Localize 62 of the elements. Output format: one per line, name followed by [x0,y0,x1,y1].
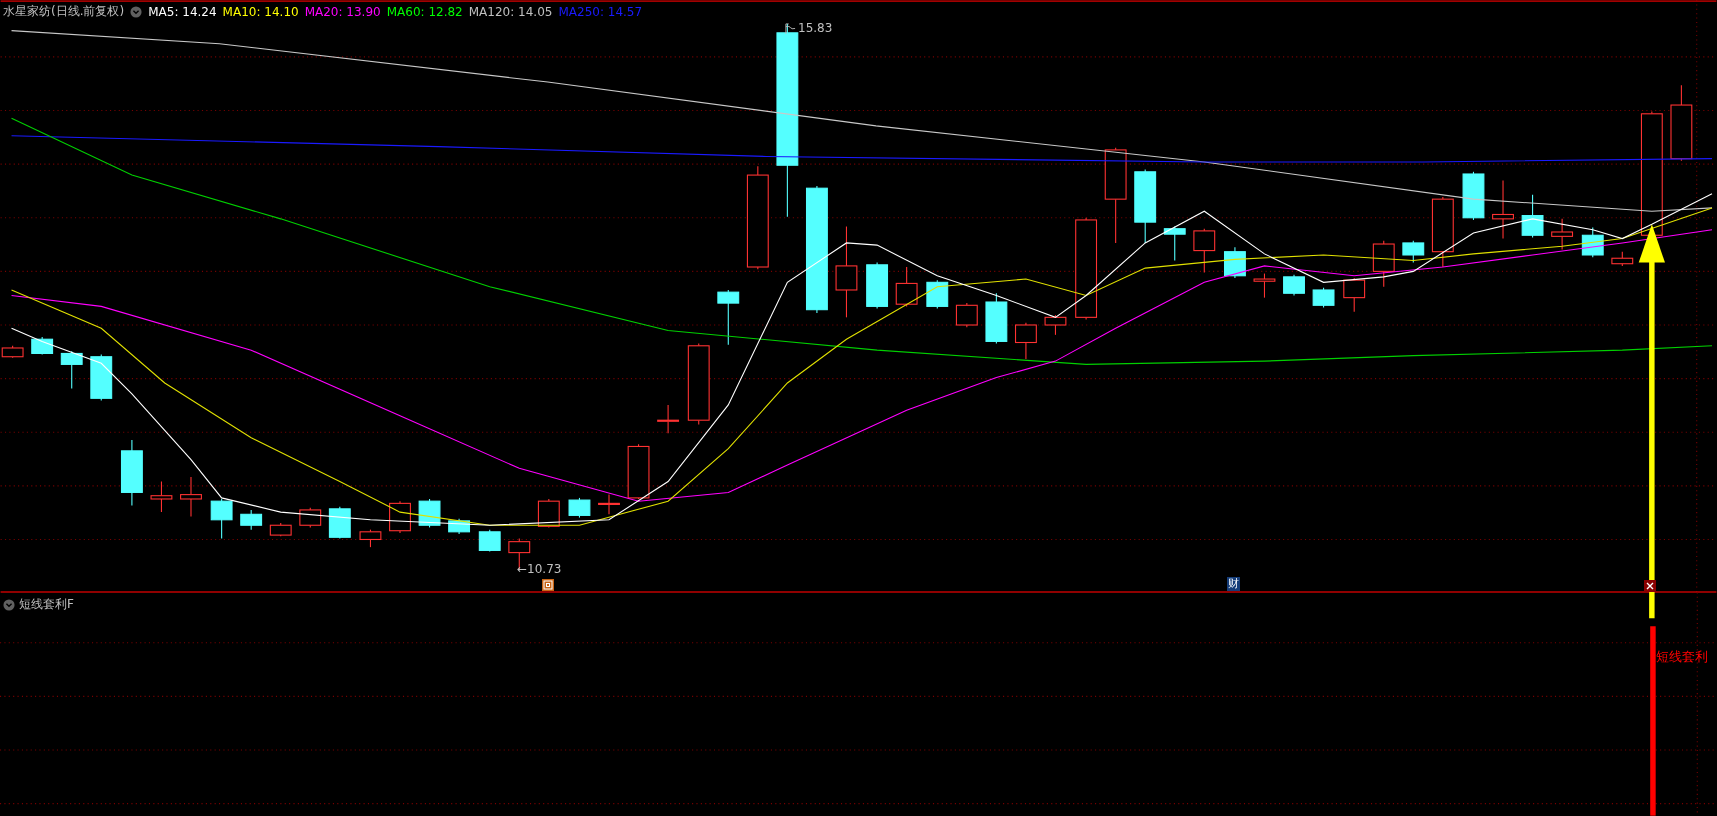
indicator-value: MA20: 13.90 [304,4,381,19]
candlestick [1581,227,1604,258]
candlestick [1551,218,1574,251]
candlestick [150,480,173,513]
candlestick [955,302,978,328]
candlestick [1253,273,1276,299]
candlestick [299,507,322,528]
candlestick [90,354,113,402]
candlestick [478,529,501,553]
candlestick [1044,314,1067,336]
candlestick [418,498,441,528]
candlestick [1611,251,1634,267]
candlestick [1372,240,1395,288]
chevron-icon[interactable] [130,5,143,18]
candlestick [120,439,143,507]
candlestick [926,279,949,310]
candlestick [1163,225,1186,261]
candlestick [1492,180,1514,240]
candlestick [1521,194,1544,238]
candlestick [866,262,889,310]
indicator-title: 短线套利F [19,596,74,613]
candlestick [1015,322,1037,360]
candlestick [1,345,24,359]
candlestick [537,498,560,528]
candlestick [269,522,292,537]
candlestick [598,494,620,515]
signal-icon[interactable] [1644,580,1656,592]
flag-icon [785,22,796,34]
candlestick [210,498,233,539]
candlestick [60,350,83,389]
candlestick [328,506,351,539]
candlestick [985,292,1008,345]
candlestick [240,509,263,531]
high-price-label: 15.83 [798,21,833,35]
candlestick [717,289,740,346]
indicator-value: MA5: 14.24 [148,4,217,19]
candlestick [627,443,650,500]
candlestick [1312,287,1335,309]
low-price-label: ←10.73 [517,562,562,576]
candlestick [1462,171,1485,221]
signal-label: 短线套利 [1656,648,1708,666]
candlestick [1224,246,1246,279]
indicator-value: MA60: 12.82 [386,4,463,19]
stock-title: 水星家纺(日线.前复权) [3,3,125,20]
square-icon[interactable] [542,579,554,591]
indicator-value: MA10: 14.10 [222,4,299,19]
indicator-value: MA250: 14.57 [558,4,643,19]
candlestick [1431,196,1454,268]
candlestick [895,266,918,307]
chevron-icon[interactable] [3,598,15,611]
candlestick [657,404,680,434]
candlestick [1343,277,1366,313]
candlestick [1283,274,1305,296]
candlestick [448,518,471,535]
event-badge[interactable]: 财 [1227,577,1240,591]
candlestick [31,336,54,356]
candlestick [359,529,382,548]
indicator-value: MA120: 14.05 [468,4,553,19]
candlestick [1402,240,1425,264]
candlestick [1193,228,1216,273]
candlestick [568,497,591,519]
candlestick [180,476,202,518]
